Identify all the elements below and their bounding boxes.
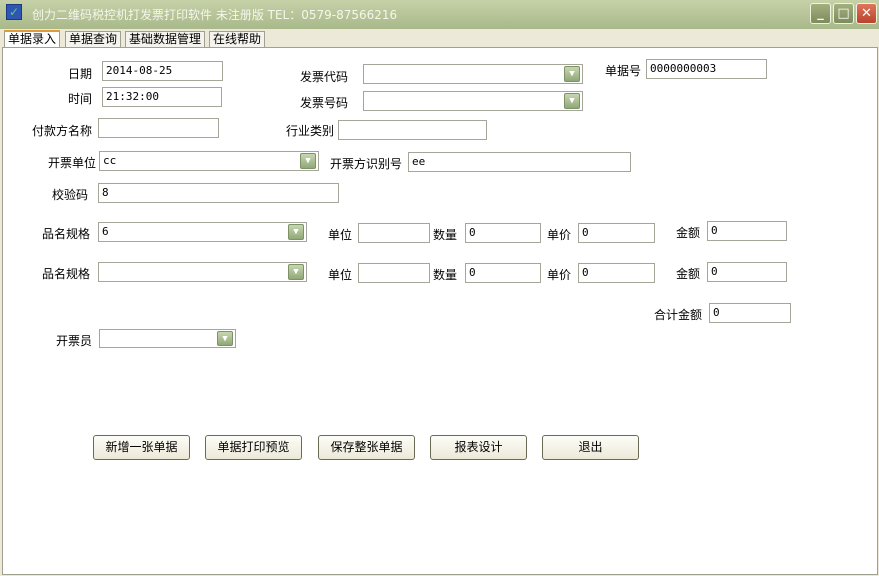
chevron-down-icon[interactable]: ▼ <box>217 331 233 346</box>
maximize-button[interactable]: □ <box>833 3 854 24</box>
tab-entry[interactable]: 单据录入 <box>4 30 61 48</box>
invoice-code-combo[interactable]: ▼ <box>363 64 583 84</box>
chevron-down-icon[interactable]: ▼ <box>288 224 304 240</box>
qty-input[interactable]: 0 <box>465 263 541 283</box>
issuer-label: 开票单位 <box>48 156 97 170</box>
payer-label: 付款方名称 <box>32 124 93 138</box>
item-name-combo[interactable]: 6 ▼ <box>98 222 307 242</box>
unit-input[interactable] <box>358 223 430 243</box>
item-name-label: 品名规格 <box>42 267 91 281</box>
chevron-down-icon[interactable]: ▼ <box>564 93 580 109</box>
time-label: 时间 <box>68 92 93 106</box>
amount-label: 金额 <box>676 267 701 281</box>
title-bar: ✓ 创力二维码税控机打发票打印软件 未注册版 TEL：0579-87566216… <box>0 0 879 29</box>
issuer-combo[interactable]: cc ▼ <box>99 151 319 171</box>
price-input[interactable]: 0 <box>578 263 655 283</box>
amount-label: 金额 <box>676 226 701 240</box>
report-design-button[interactable]: 报表设计 <box>430 435 527 460</box>
tab-basic-data[interactable]: 基础数据管理 <box>125 31 206 48</box>
chevron-down-icon[interactable]: ▼ <box>300 153 316 169</box>
issuer-id-label: 开票方识别号 <box>330 157 403 171</box>
total-label: 合计金额 <box>654 308 703 322</box>
date-input[interactable]: 2014-08-25 <box>102 61 223 81</box>
item-name-combo[interactable]: ▼ <box>98 262 307 282</box>
issuer-id-input[interactable]: ee <box>408 152 631 172</box>
qty-label: 数量 <box>433 228 458 242</box>
unit-input[interactable] <box>358 263 430 283</box>
price-label: 单价 <box>547 228 572 242</box>
qty-label: 数量 <box>433 268 458 282</box>
tab-bar: 单据录入 单据查询 基础数据管理 在线帮助 <box>0 29 879 48</box>
amount-input[interactable]: 0 <box>707 221 787 241</box>
exit-button[interactable]: 退出 <box>542 435 639 460</box>
amount-input[interactable]: 0 <box>707 262 787 282</box>
print-preview-button[interactable]: 单据打印预览 <box>205 435 302 460</box>
clerk-label: 开票员 <box>56 334 93 348</box>
invoice-number-combo[interactable]: ▼ <box>363 91 583 111</box>
doc-no-label: 单据号 <box>605 64 642 78</box>
invoice-number-label: 发票号码 <box>300 96 349 110</box>
unit-label: 单位 <box>328 268 353 282</box>
app-icon: ✓ <box>6 4 22 20</box>
date-label: 日期 <box>68 67 93 81</box>
tab-help[interactable]: 在线帮助 <box>209 31 266 48</box>
unit-label: 单位 <box>328 228 353 242</box>
check-code-label: 校验码 <box>52 188 89 202</box>
time-input[interactable]: 21:32:00 <box>102 87 222 107</box>
doc-no-input[interactable]: 0000000003 <box>646 59 767 79</box>
qty-input[interactable]: 0 <box>465 223 541 243</box>
chevron-down-icon[interactable]: ▼ <box>564 66 580 82</box>
new-document-button[interactable]: 新增一张单据 <box>93 435 190 460</box>
total-input[interactable]: 0 <box>709 303 791 323</box>
clerk-combo[interactable]: ▼ <box>99 329 236 348</box>
payer-input[interactable] <box>98 118 219 138</box>
chevron-down-icon[interactable]: ▼ <box>288 264 304 280</box>
tab-query[interactable]: 单据查询 <box>65 31 122 48</box>
check-code-input[interactable]: 8 <box>98 183 339 203</box>
invoice-code-label: 发票代码 <box>300 70 349 84</box>
price-label: 单价 <box>547 268 572 282</box>
industry-label: 行业类别 <box>286 124 335 138</box>
save-document-button[interactable]: 保存整张单据 <box>318 435 415 460</box>
industry-input[interactable] <box>338 120 487 140</box>
item-name-label: 品名规格 <box>42 227 91 241</box>
minimize-button[interactable]: _ <box>810 3 831 24</box>
price-input[interactable]: 0 <box>578 223 655 243</box>
window-title: 创力二维码税控机打发票打印软件 未注册版 TEL：0579-87566216 <box>32 8 398 22</box>
close-button[interactable]: ✕ <box>856 3 877 24</box>
